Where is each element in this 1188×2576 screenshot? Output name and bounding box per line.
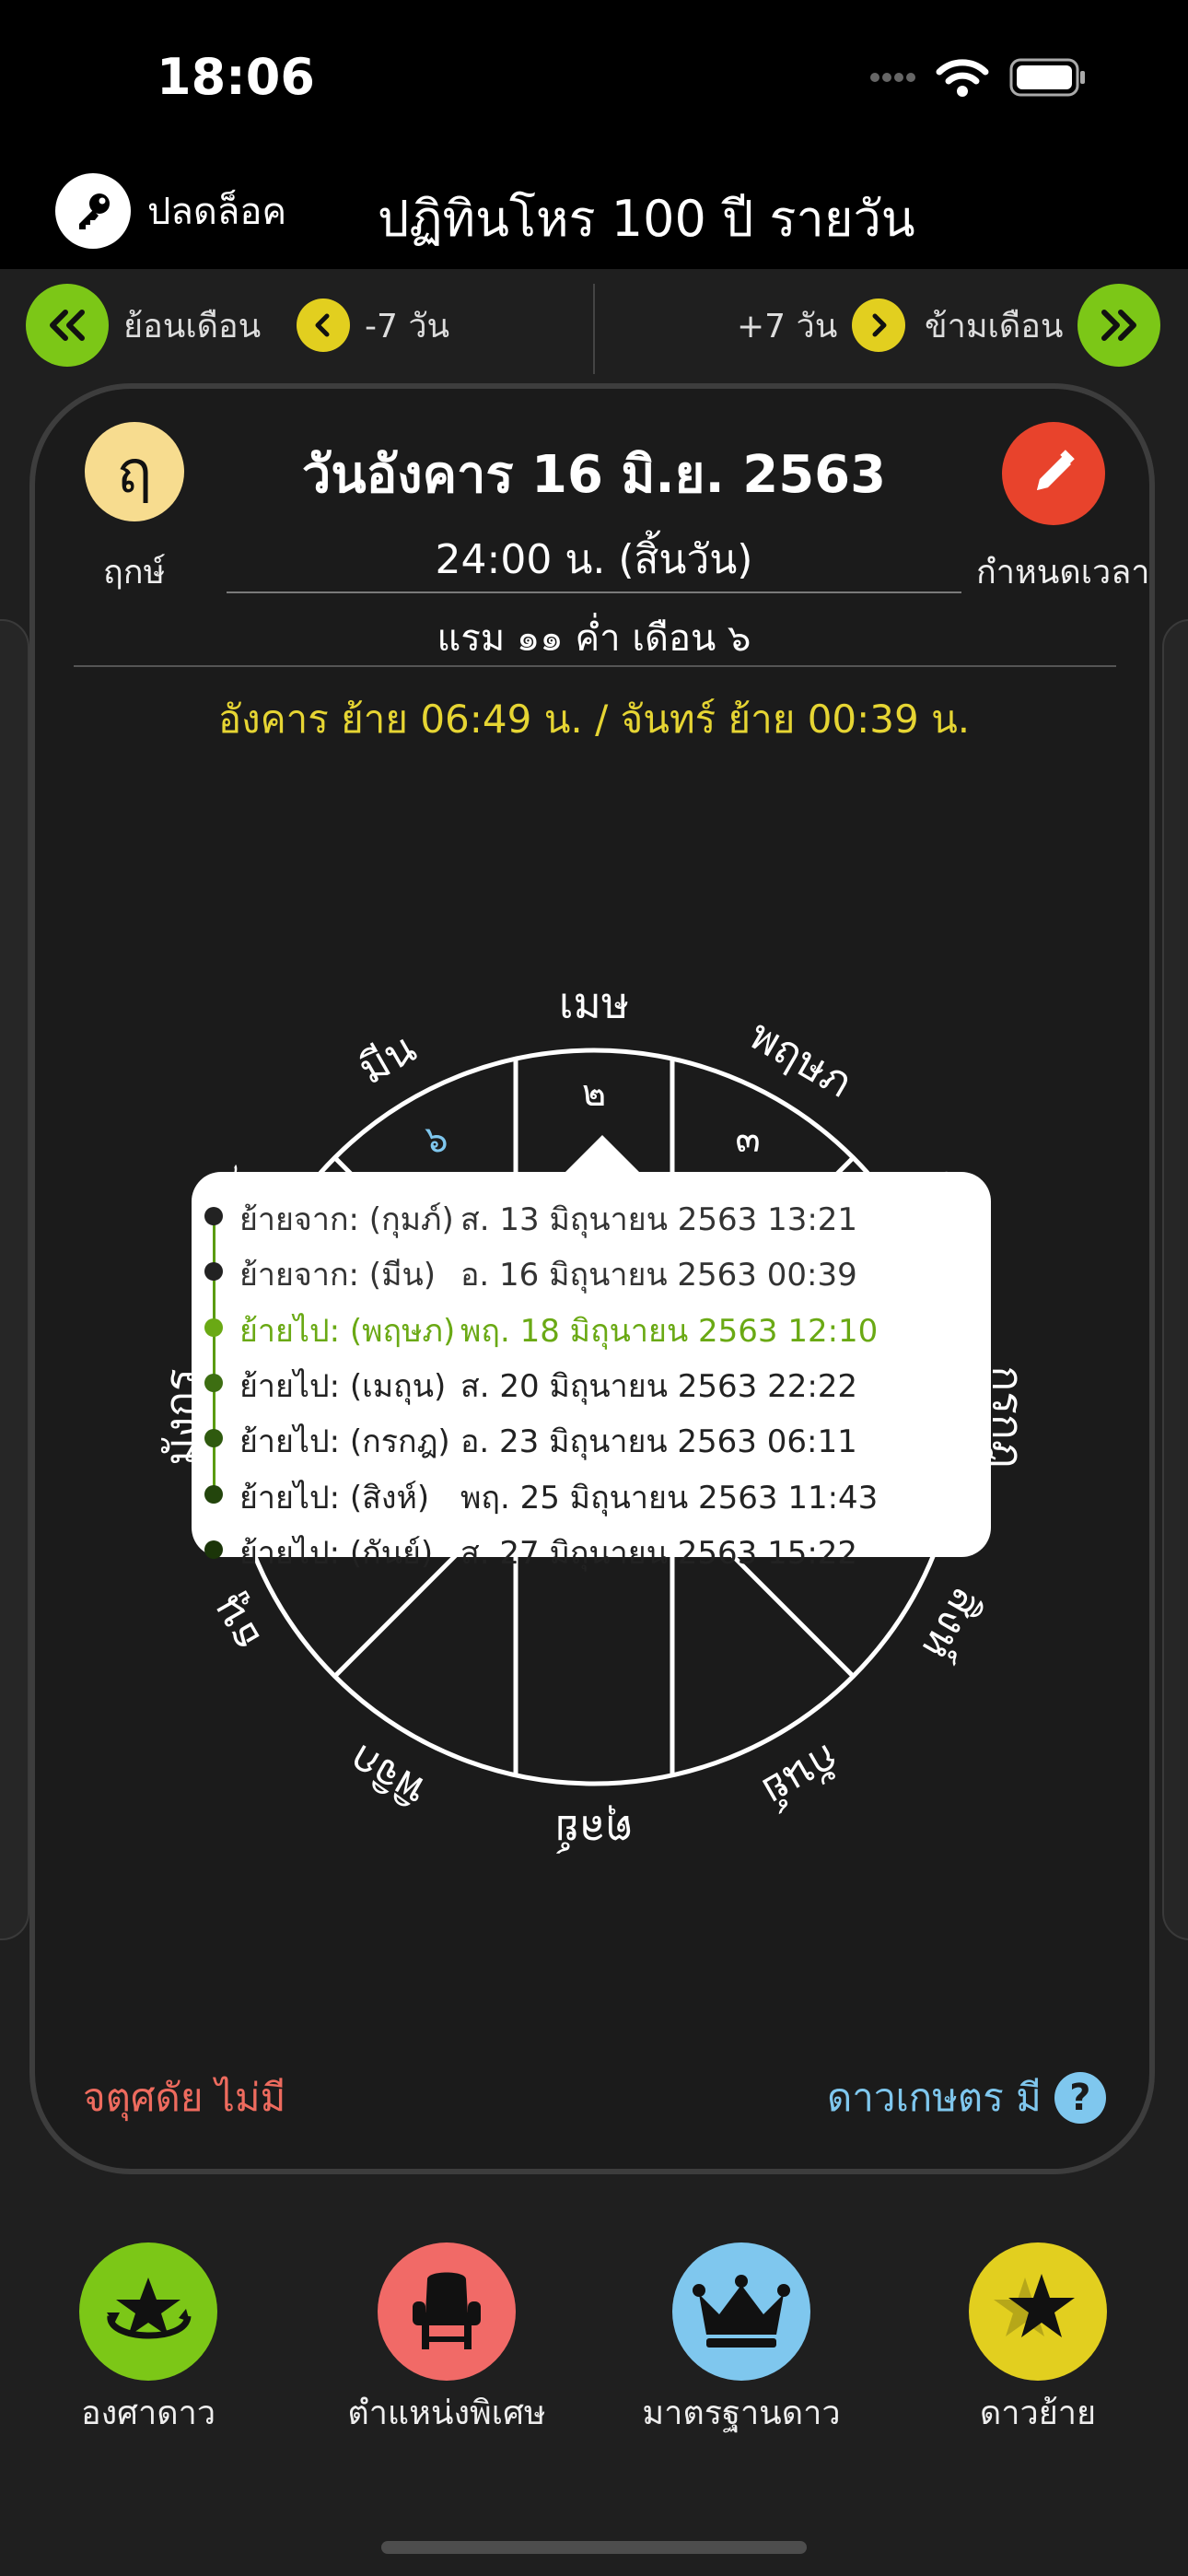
move-row-label: ย้ายไป: (กันย์) [239,1534,434,1572]
kaset-status: ดาวเกษตร มี ? [827,2067,1106,2128]
bottom-button-label: องศาดาว [80,2395,216,2432]
special-position-button[interactable] [378,2242,516,2381]
home-indicator[interactable] [381,2541,807,2554]
move-row: ย้ายไป: (กันย์) ส. 27 มิถุนายน 2563 15:22 [239,1528,857,1577]
planet-number: ๖ [425,1118,448,1161]
popup-arrow [562,1135,643,1176]
zodiac-label: สิงห์ [913,1579,993,1669]
timeline-dot [204,1484,223,1504]
zodiac-label: เมษ [559,978,629,1028]
zodiac-label: กันย์ [754,1734,848,1817]
move-row: ย้ายไป: (พฤษภ) พฤ. 18 มิถุนายน 2563 12:10 [239,1306,878,1355]
crown-icon [693,2275,790,2348]
zodiac-label: พิจิก [341,1735,434,1817]
move-row: ย้ายไป: (สิงห์) พฤ. 25 มิถุนายน 2563 11:4… [239,1472,878,1522]
planet-standard-button[interactable] [672,2242,810,2381]
move-row-label: ย้ายจาก: (มีน) [239,1257,436,1294]
move-row: ย้ายไป: (กรกฎ) อ. 23 มิถุนายน 2563 06:11 [239,1416,857,1466]
timeline-dot [204,1207,223,1225]
bottom-button-label: ตำแหน่งพิเศษ [347,2395,546,2432]
planet-move-popup[interactable]: ย้ายจาก: (กุมภ์) ส. 13 มิถุนายน 2563 13:2… [192,1172,991,1572]
move-row-date: ส. 20 มิถุนายน 2563 22:22 [460,1367,858,1405]
help-icon[interactable]: ? [1054,2072,1106,2124]
zodiac-label: มีน [350,1023,425,1095]
bottom-button-label: ดาวย้าย [979,2395,1097,2432]
star-orbit-icon [107,2277,192,2339]
move-row-label: ย้ายไป: (กรกฎ) [239,1423,450,1461]
move-row-label: ย้ายไป: (พฤษภ) [239,1312,456,1350]
kaset-label: ดาวเกษตร มี [827,2075,1042,2120]
throne-icon [413,2272,481,2349]
move-row-date: พฤ. 18 มิถุนายน 2563 12:10 [460,1312,879,1350]
zodiac-label: ธนู [200,1587,271,1660]
timeline-dot [204,1429,223,1448]
timeline-dot [204,1317,223,1337]
move-row: ย้ายจาก: (มีน) อ. 16 มิถุนายน 2563 00:39 [239,1249,857,1299]
move-row: ย้ายไป: (เมถุน) ส. 20 มิถุนายน 2563 22:22 [239,1361,857,1411]
move-row-date: อ. 16 มิถุนายน 2563 00:39 [460,1257,857,1294]
move-row-date: พฤ. 25 มิถุนายน 2563 11:43 [460,1479,879,1516]
move-row-date: ส. 27 มิถุนายน 2563 15:22 [460,1534,858,1572]
planet-degree-button[interactable] [79,2242,217,2381]
move-row: ย้ายจาก: (กุมภ์) ส. 13 มิถุนายน 2563 13:2… [239,1194,857,1244]
zodiac-label: พฤษภ [741,1010,861,1107]
zodiac-label: ตุลย์ [554,1805,633,1856]
timeline-dot [204,1373,223,1392]
move-row-date: อ. 23 มิถุนายน 2563 06:11 [460,1423,857,1461]
move-row-label: ย้ายจาก: (กุมภ์) [239,1201,454,1238]
timeline-dot [204,1262,223,1282]
move-row-label: ย้ายไป: (สิงห์) [239,1479,430,1516]
planet-number: ๒ [582,1072,606,1115]
move-row-label: ย้ายไป: (เมถุน) [239,1367,447,1405]
bottom-button-label: มาตรฐานดาว [642,2395,841,2432]
planet-move-button[interactable] [969,2242,1107,2381]
timeline-dot [204,1540,223,1559]
chatusadai-status: จตุศดัย ไม่มี [83,2075,286,2120]
moving-star-icon [994,2274,1075,2337]
planet-number: ๓ [735,1118,760,1161]
move-row-date: ส. 13 มิถุนายน 2563 13:21 [460,1201,858,1238]
